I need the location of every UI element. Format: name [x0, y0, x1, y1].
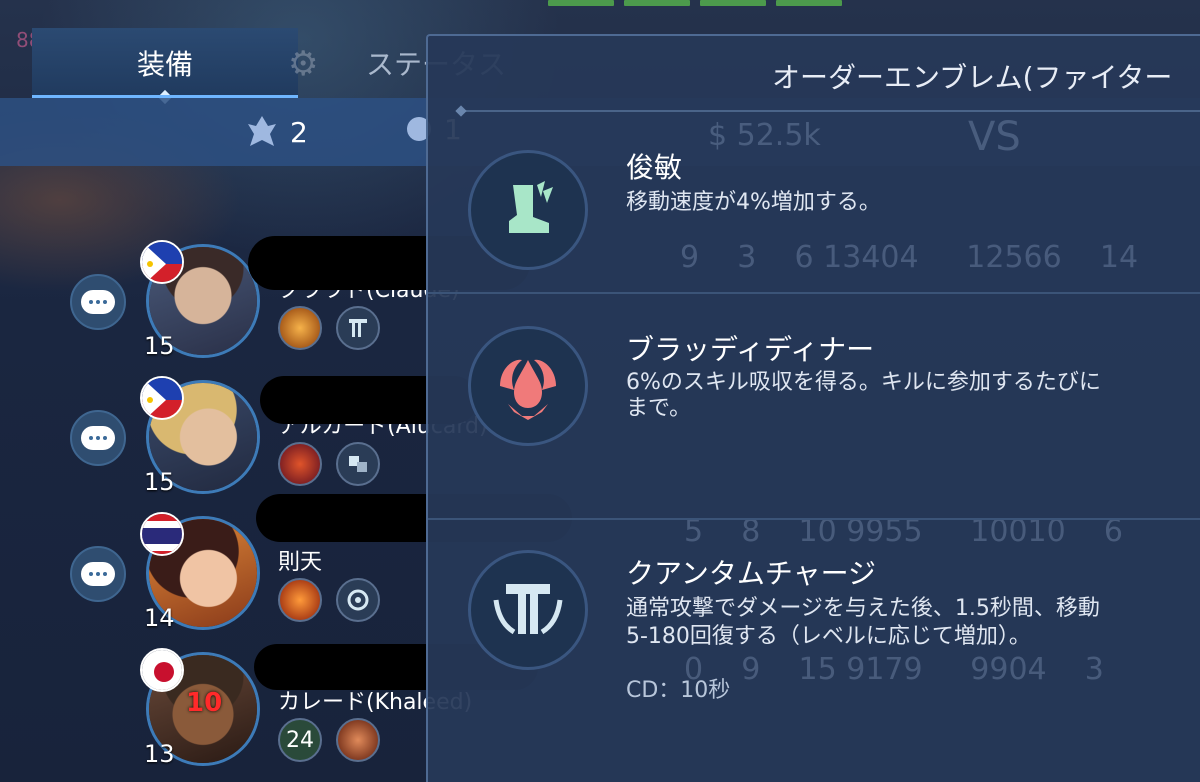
- fire-icon[interactable]: [278, 578, 322, 622]
- retribution-icon[interactable]: [278, 306, 322, 350]
- talent-description-line-2: 5-180回復する（レベルに応じて増加）。: [626, 624, 1031, 649]
- talent-divider: [428, 518, 1200, 520]
- spell-cooldown[interactable]: 24: [278, 718, 322, 762]
- flag-japan-icon: [140, 648, 184, 692]
- emblem-detail-panel: オーダーエンブレム(ファイター 9 3 6 13404 12566 14 5 8…: [426, 34, 1200, 782]
- hero-name: 則天: [278, 550, 323, 575]
- quantum-charge-icon: [468, 550, 588, 670]
- retribution-icon[interactable]: [278, 442, 322, 486]
- flag-philippines-icon: [140, 376, 184, 420]
- settings-gear-icon[interactable]: ⚙: [288, 44, 328, 84]
- chat-bubble-icon: [81, 290, 115, 314]
- kill-count: 10: [186, 688, 223, 718]
- bg-gold: $ 52.5k: [708, 118, 821, 153]
- hero-level: 15: [144, 468, 175, 496]
- chat-bubble-icon: [81, 426, 115, 450]
- bg-stat-row-1: 9 3 6 13404 12566 14: [680, 240, 1139, 275]
- tab-equipment-label: 装備: [136, 48, 193, 81]
- hero-level: 15: [144, 332, 175, 360]
- talent-cooldown: CD：10秒: [626, 678, 731, 703]
- talent-name: ブラッディディナー: [626, 333, 875, 366]
- hero-level: 13: [144, 740, 175, 768]
- flag-thailand-icon: [140, 512, 184, 556]
- flag-philippines-icon: [140, 240, 184, 284]
- talent-description-line-2: まで。: [626, 396, 692, 421]
- chat-bubble-icon: [81, 562, 115, 586]
- kill-icon: [248, 116, 276, 146]
- chat-button[interactable]: [70, 410, 126, 466]
- player-row-1[interactable]: 15 クラウド(Claude): [0, 232, 530, 368]
- hero-level: 14: [144, 604, 175, 632]
- talent-description-line-1: 通常攻撃でダメージを与えた後、1.5秒間、移動: [626, 596, 1100, 621]
- bg-stat-row-3: 0 9 15 9179 9904 3: [684, 652, 1104, 687]
- tab-equipment[interactable]: 装備: [32, 28, 298, 105]
- blood-icon: [468, 326, 588, 446]
- emblem-icon[interactable]: [336, 442, 380, 486]
- panel-title: オーダーエンブレム(ファイター: [772, 61, 1173, 94]
- talent-name: 俊敏: [626, 151, 683, 184]
- health-pips: [548, 0, 842, 6]
- team-kills-value: 2: [290, 115, 308, 149]
- emblem-icon[interactable]: [336, 718, 380, 762]
- talent-description-line-1: 6%のスキル吸収を得る。キルに参加するたびに: [626, 370, 1101, 395]
- talent-description: 移動速度が4%増加する。: [626, 190, 881, 215]
- player-row-3[interactable]: 14 則天: [0, 494, 572, 640]
- player-row-4[interactable]: 10 13 カレード(Khaleed) 24: [0, 640, 538, 776]
- boot-icon: [468, 150, 588, 270]
- talent-name: クアンタムチャージ: [626, 557, 877, 590]
- aegis-icon[interactable]: [336, 578, 380, 622]
- top-hud: 88: [0, 0, 1200, 52]
- chat-button[interactable]: [70, 274, 126, 330]
- chat-button[interactable]: [70, 546, 126, 602]
- talent-divider: [428, 292, 1200, 294]
- player-row-2[interactable]: 15 アルカード(Alucard): [0, 368, 488, 504]
- panel-title-divider: [460, 110, 1200, 112]
- bg-vs-label: VS: [968, 114, 1021, 160]
- quantum-charge-icon[interactable]: [336, 306, 380, 350]
- team-kills: 2: [242, 112, 308, 152]
